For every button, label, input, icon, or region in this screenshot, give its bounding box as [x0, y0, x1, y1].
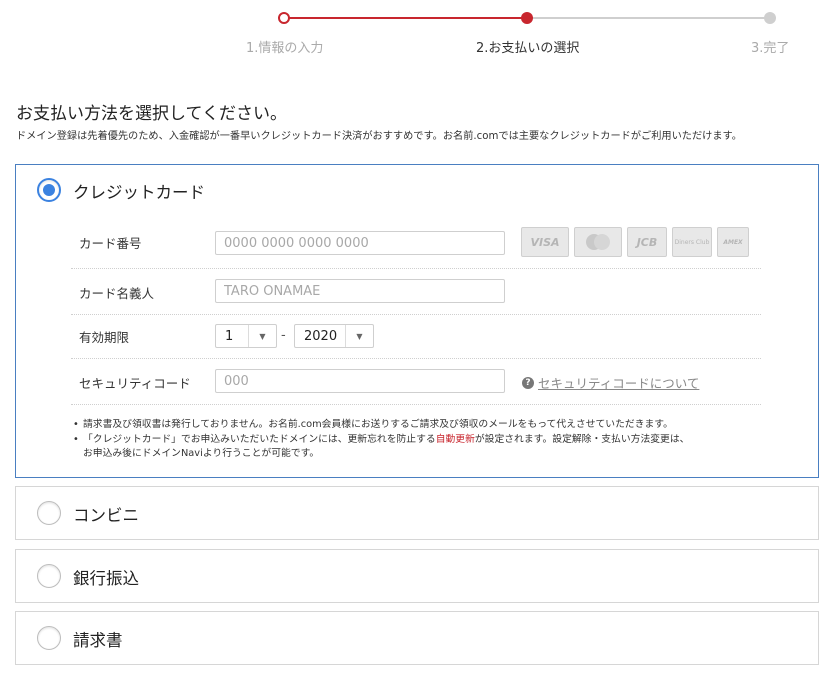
expiry-separator: -: [281, 328, 286, 343]
expiry-year-value: 2020: [304, 328, 338, 344]
card-number-row: カード番号 VISA mastercard JCB Diners Club AM…: [71, 217, 761, 269]
step-3-dot: [764, 12, 776, 24]
stepper-line-completed: [284, 17, 527, 19]
credit-card-notes: 請求書及び領収書は発行しておりません。お名前.com会員様にお送りするご請求及び…: [73, 418, 793, 462]
step-1-dot: [278, 12, 290, 24]
convenience-store-radio[interactable]: [37, 501, 61, 525]
auto-renew-text: 自動更新: [435, 433, 475, 445]
page-title: お支払い方法を選択してください。: [16, 104, 287, 124]
security-code-help-link[interactable]: セキュリティコードについて: [538, 373, 699, 392]
diners-club-logo: Diners Club: [672, 227, 712, 257]
note-item: 請求書及び領収書は発行しておりません。お名前.com会員様にお送りするご請求及び…: [73, 418, 793, 433]
jcb-logo: JCB: [627, 227, 667, 257]
card-number-input[interactable]: [215, 231, 505, 255]
credit-card-title: クレジットカード: [73, 183, 205, 202]
payment-option-invoice[interactable]: 請求書: [15, 611, 819, 665]
mastercard-logo: mastercard: [574, 227, 622, 257]
step-2-dot: [521, 12, 533, 24]
expiry-month-value: 1: [225, 328, 234, 344]
stepper-line-pending: [527, 17, 770, 19]
payment-option-bank-transfer[interactable]: 銀行振込: [15, 549, 819, 603]
card-brand-logos: VISA mastercard JCB Diners Club AMEX: [521, 227, 749, 257]
convenience-store-title: コンビニ: [73, 506, 139, 525]
security-code-help[interactable]: ? セキュリティコードについて: [522, 373, 699, 392]
step-3-label: 3.完了: [751, 41, 790, 56]
payment-option-credit-card[interactable]: クレジットカード カード番号 VISA mastercard JCB Diner…: [15, 164, 819, 478]
note-item: 「クレジットカード」でお申込みいただいたドメインには、更新忘れを防止する自動更新…: [73, 433, 793, 462]
card-holder-label: カード名義人: [79, 286, 155, 301]
invoice-radio[interactable]: [37, 626, 61, 650]
visa-logo: VISA: [521, 227, 569, 257]
chevron-down-icon: ▼: [345, 325, 373, 347]
expiry-row: 有効期限 1 ▼ - 2020 ▼: [71, 315, 761, 359]
step-2-label: 2.お支払いの選択: [476, 41, 580, 56]
card-holder-row: カード名義人: [71, 269, 761, 315]
invoice-title: 請求書: [73, 631, 123, 650]
card-holder-input[interactable]: [215, 279, 505, 303]
amex-logo: AMEX: [717, 227, 749, 257]
intro-text: ドメイン登録は先着優先のため、入金確認が一番早いクレジットカード決済がおすすめで…: [16, 131, 742, 142]
expiry-label: 有効期限: [79, 330, 130, 345]
question-icon: ?: [522, 376, 534, 389]
expiry-month-select[interactable]: 1 ▼: [215, 324, 277, 348]
expiry-year-select[interactable]: 2020 ▼: [294, 324, 374, 348]
mastercard-icon: [586, 234, 610, 250]
bank-transfer-radio[interactable]: [37, 564, 61, 588]
chevron-down-icon: ▼: [248, 325, 276, 347]
credit-card-radio[interactable]: [37, 178, 61, 202]
progress-stepper: 1.情報の入力 2.お支払いの選択 3.完了: [0, 0, 834, 70]
step-1-label: 1.情報の入力: [246, 41, 324, 56]
bank-transfer-title: 銀行振込: [73, 569, 139, 588]
card-number-label: カード番号: [79, 236, 142, 251]
security-code-row: セキュリティコード ? セキュリティコードについて: [71, 359, 761, 405]
security-code-label: セキュリティコード: [79, 376, 191, 391]
payment-option-convenience-store[interactable]: コンビニ: [15, 486, 819, 540]
security-code-input[interactable]: [215, 369, 505, 393]
